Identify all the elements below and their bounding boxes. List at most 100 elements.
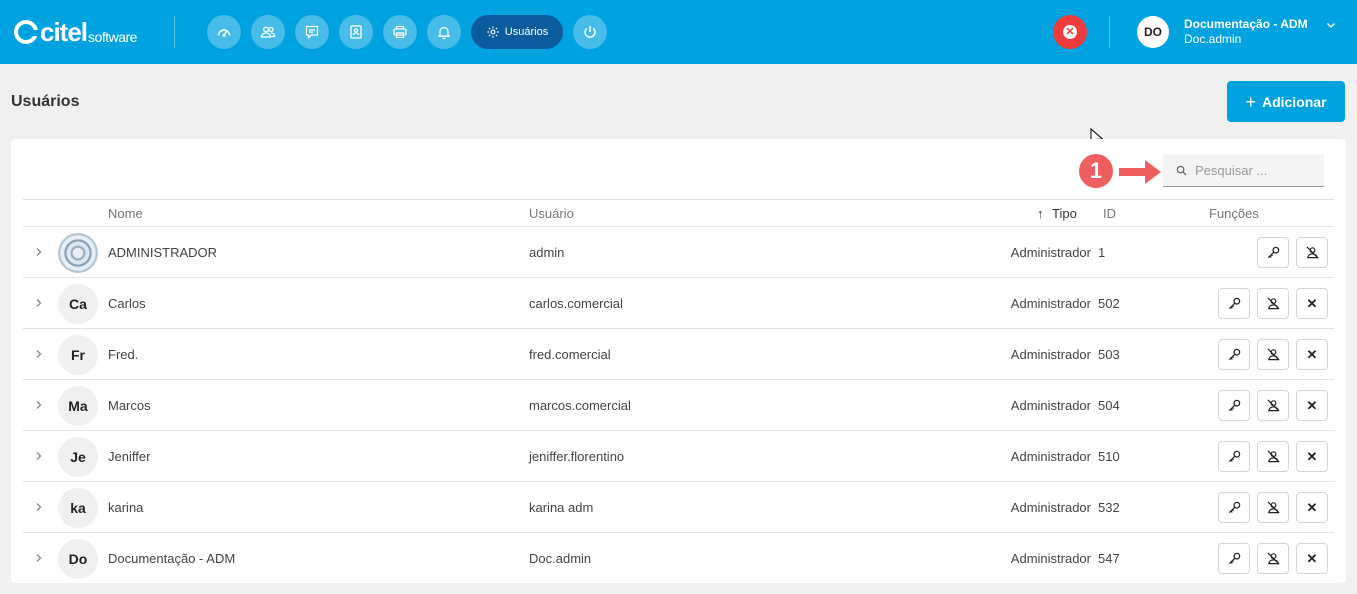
chevron-right-icon[interactable] bbox=[34, 296, 44, 310]
table-row[interactable]: ADMINISTRADOR admin Administrador 1 bbox=[23, 227, 1334, 278]
table-row[interactable]: Je Jeniffer jeniffer.florentino Administrad… bbox=[23, 431, 1334, 482]
search-box[interactable] bbox=[1163, 154, 1324, 187]
chevron-down-icon[interactable] bbox=[1325, 19, 1337, 31]
avatar: Ca bbox=[58, 284, 98, 324]
deactivate-user-button[interactable] bbox=[1257, 339, 1289, 370]
change-password-button[interactable] bbox=[1218, 339, 1250, 370]
chevron-right-icon[interactable] bbox=[34, 449, 44, 463]
close-icon: ✕ bbox=[1306, 346, 1318, 362]
cell-usuario: admin bbox=[529, 245, 565, 260]
column-header-nome[interactable]: Nome bbox=[108, 206, 143, 221]
change-password-button[interactable] bbox=[1218, 492, 1250, 523]
top-bar: citel software Usuários ✕ DO Documentaçã… bbox=[0, 0, 1357, 64]
chevron-right-icon[interactable] bbox=[34, 551, 44, 565]
dashboard-nav-button[interactable] bbox=[207, 15, 241, 49]
close-icon: ✕ bbox=[1306, 550, 1318, 566]
user-avatar[interactable]: DO bbox=[1137, 16, 1169, 48]
cell-nome: karina bbox=[108, 500, 144, 515]
chevron-right-icon[interactable] bbox=[34, 347, 44, 361]
messages-nav-button[interactable] bbox=[295, 15, 329, 49]
key-icon bbox=[1227, 347, 1242, 362]
cell-id: 504 bbox=[1098, 398, 1120, 413]
close-icon: ✕ bbox=[1306, 499, 1318, 515]
contacts-nav-button[interactable] bbox=[339, 15, 373, 49]
cell-usuario: Doc.admin bbox=[529, 551, 592, 566]
users-settings-label: Usuários bbox=[504, 26, 549, 38]
column-header-funcoes: Funções bbox=[1209, 206, 1259, 221]
chat-icon bbox=[305, 25, 319, 39]
table-row[interactable]: Fr Fred. fred.comercial Administrador 503 ✕ bbox=[23, 329, 1334, 380]
deactivate-user-button[interactable] bbox=[1257, 390, 1289, 421]
delete-user-button[interactable]: ✕ bbox=[1296, 339, 1328, 370]
deactivate-user-button[interactable] bbox=[1257, 288, 1289, 319]
avatar: ka bbox=[58, 488, 98, 528]
citel-logo[interactable]: citel software bbox=[14, 16, 137, 46]
deactivate-user-button[interactable] bbox=[1257, 492, 1289, 523]
cell-nome: ADMINISTRADOR bbox=[108, 245, 218, 260]
cell-id: 1 bbox=[1098, 245, 1106, 260]
close-button[interactable]: ✕ bbox=[1053, 15, 1087, 49]
users-card: 1 Nome Usuário ↑ Tipo ID Funções ADMINIS… bbox=[11, 139, 1346, 583]
table-header: Nome Usuário ↑ Tipo ID Funções bbox=[23, 199, 1334, 227]
deactivate-user-button[interactable] bbox=[1296, 237, 1328, 268]
cell-id: 532 bbox=[1098, 500, 1120, 515]
change-password-button[interactable] bbox=[1218, 288, 1250, 319]
chevron-right-icon[interactable] bbox=[34, 398, 44, 412]
cell-tipo: Administrador bbox=[1010, 551, 1091, 566]
cell-nome: Marcos bbox=[108, 398, 151, 413]
table-row[interactable]: ka karina karina adm Administrador 532 ✕ bbox=[23, 482, 1334, 533]
deactivate-user-button[interactable] bbox=[1257, 543, 1289, 574]
power-icon bbox=[584, 26, 596, 38]
logo-text: citel bbox=[40, 17, 88, 47]
bell-icon bbox=[437, 26, 451, 40]
column-header-usuario[interactable]: Usuário bbox=[529, 206, 574, 221]
chevron-right-icon[interactable] bbox=[34, 245, 44, 259]
user-off-icon bbox=[1266, 500, 1281, 515]
column-header-tipo[interactable]: Tipo bbox=[1052, 206, 1077, 221]
change-password-button[interactable] bbox=[1218, 543, 1250, 574]
change-password-button[interactable] bbox=[1218, 441, 1250, 472]
contacts-icon bbox=[350, 25, 362, 39]
column-header-id[interactable]: ID bbox=[1103, 206, 1116, 221]
print-nav-button[interactable] bbox=[383, 15, 417, 49]
logout-button[interactable] bbox=[573, 15, 607, 49]
notifications-nav-button[interactable] bbox=[427, 15, 461, 49]
table-row[interactable]: Ma Marcos marcos.comercial Administrador 504… bbox=[23, 380, 1334, 431]
user-off-icon bbox=[1305, 245, 1320, 260]
cell-nome: Documentação - ADM bbox=[108, 551, 236, 566]
cell-id: 547 bbox=[1098, 551, 1120, 566]
delete-user-button[interactable]: ✕ bbox=[1296, 390, 1328, 421]
chevron-right-icon[interactable] bbox=[34, 500, 44, 514]
user-off-icon bbox=[1266, 449, 1281, 464]
users-settings-nav-button[interactable]: Usuários bbox=[471, 15, 563, 49]
close-icon: ✕ bbox=[1306, 448, 1318, 464]
user-off-icon bbox=[1266, 347, 1281, 362]
table-row[interactable]: Do Documentação - ADM Doc.admin Administrad… bbox=[23, 533, 1334, 583]
cell-usuario: carlos.comercial bbox=[529, 296, 623, 311]
sort-asc-icon: ↑ bbox=[1037, 206, 1044, 221]
search-input[interactable] bbox=[1195, 162, 1315, 178]
user-name[interactable]: Documentação - ADM bbox=[1184, 17, 1308, 31]
cell-tipo: Administrador bbox=[1010, 500, 1091, 515]
user-off-icon bbox=[1266, 398, 1281, 413]
close-icon: ✕ bbox=[1063, 25, 1077, 39]
user-off-icon bbox=[1266, 551, 1281, 566]
cell-tipo: Administrador bbox=[1010, 296, 1091, 311]
users-nav-button[interactable] bbox=[251, 15, 285, 49]
delete-user-button[interactable]: ✕ bbox=[1296, 288, 1328, 319]
delete-user-button[interactable]: ✕ bbox=[1296, 543, 1328, 574]
search-icon bbox=[1176, 165, 1187, 176]
table-row[interactable]: Ca Carlos carlos.comercial Administrador 502… bbox=[23, 278, 1334, 329]
user-login: Doc.admin bbox=[1184, 32, 1242, 46]
gear-icon bbox=[487, 26, 499, 38]
change-password-button[interactable] bbox=[1257, 237, 1289, 268]
key-icon bbox=[1266, 245, 1281, 260]
avatar: Do bbox=[58, 539, 98, 579]
deactivate-user-button[interactable] bbox=[1257, 441, 1289, 472]
close-icon: ✕ bbox=[1306, 397, 1318, 413]
delete-user-button[interactable]: ✕ bbox=[1296, 441, 1328, 472]
change-password-button[interactable] bbox=[1218, 390, 1250, 421]
avatar: Je bbox=[58, 437, 98, 477]
add-user-button[interactable]: + Adicionar bbox=[1227, 81, 1345, 122]
delete-user-button[interactable]: ✕ bbox=[1296, 492, 1328, 523]
